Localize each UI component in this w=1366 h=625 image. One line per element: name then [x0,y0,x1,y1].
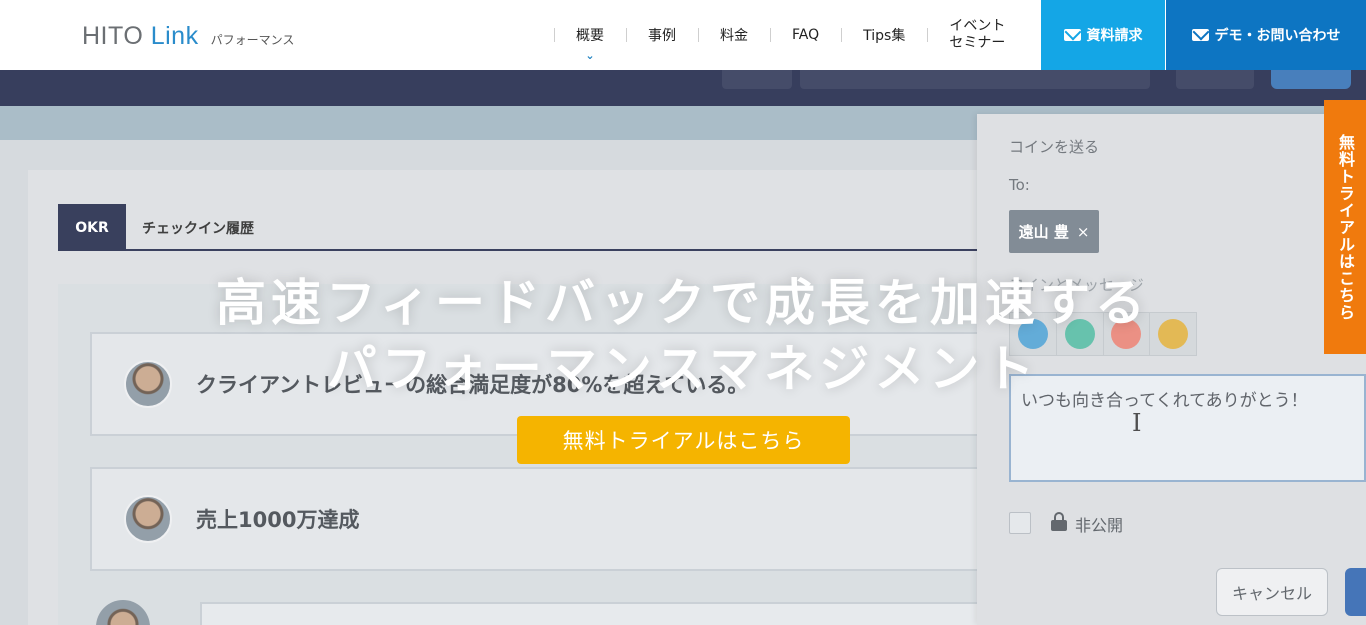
nav-label: FAQ [792,27,820,43]
hero-title: 高速フィードバックで成長を加速する パフォーマンスマネジメント [0,270,1366,402]
nav-item-pricing[interactable]: 料金 [698,0,770,70]
demo-contact-button[interactable]: デモ・お問い合わせ [1166,0,1366,70]
nav-label-line1: イベント [949,17,1006,34]
nav-label: 料金 [720,28,748,44]
nav-item-overview[interactable]: 概要 ⌄ [554,0,626,70]
nav-label-line2: セミナー [949,35,1006,51]
free-trial-button[interactable]: 無料トライアルはこちら [517,416,850,464]
nav-label: 事例 [648,28,676,44]
logo-text: HITO Link [82,22,199,51]
chevron-down-icon: ⌄ [585,49,595,62]
request-documents-button[interactable]: 資料請求 [1041,0,1165,70]
nav-item-tips[interactable]: Tips集 [841,0,927,70]
hero-title-line2: パフォーマンスマネジメント [326,340,1040,398]
logo-link: Link [150,22,199,50]
button-label: デモ・お問い合わせ [1214,28,1341,44]
nav-item-events[interactable]: イベント セミナー [927,0,1027,70]
side-free-trial-tab[interactable]: 無料トライアルはこちら [1324,100,1366,354]
site-header: HITO Link パフォーマンス 概要 ⌄ 事例 料金 FAQ Tips集 イ… [0,0,1366,70]
nav-item-cases[interactable]: 事例 [626,0,698,70]
mail-icon [1063,29,1081,41]
nav-label: Tips集 [863,28,906,44]
logo-hito: HITO [82,22,151,50]
button-label: 資料請求 [1086,28,1143,44]
nav-label: 概要 [576,28,604,44]
hero-title-line1: 高速フィードバックで成長を加速する [216,274,1150,332]
main-nav: 概要 ⌄ 事例 料金 FAQ Tips集 イベント セミナー [554,0,1027,70]
nav-item-faq[interactable]: FAQ [770,0,841,70]
logo-subtitle: パフォーマンス [210,33,295,47]
nav-label: イベント セミナー [949,18,1005,53]
mail-icon [1191,29,1209,41]
logo[interactable]: HITO Link パフォーマンス [82,22,294,51]
